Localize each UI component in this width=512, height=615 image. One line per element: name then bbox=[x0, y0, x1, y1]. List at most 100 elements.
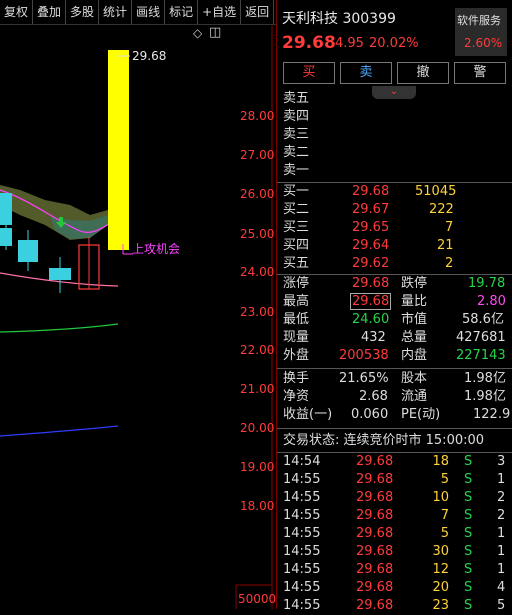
divider bbox=[277, 368, 512, 369]
tick-row: 14:55 29.68 12 S 1 bbox=[277, 561, 512, 579]
tick-vol: 18 bbox=[432, 454, 449, 469]
price-label: 28.00 bbox=[240, 109, 275, 123]
tick-time: 14:55 bbox=[283, 544, 321, 559]
tick-price: 29.68 bbox=[356, 508, 394, 523]
tick-n: 2 bbox=[497, 508, 506, 523]
tick-row: 14:55 29.68 20 S 4 bbox=[277, 579, 512, 597]
buy-level-1[interactable]: 买一 29.68 51045 bbox=[277, 183, 512, 201]
toolbar-add-watchlist[interactable]: +自选 bbox=[198, 0, 242, 24]
tick-row: 14:55 29.68 30 S 1 bbox=[277, 543, 512, 561]
toolbar-multistock[interactable]: 多股 bbox=[66, 0, 100, 24]
candle-4 bbox=[49, 268, 71, 280]
chart-toolbar: 复权 叠加 多股 统计 画线 标记 +自选 返回 bbox=[0, 0, 278, 25]
layout-icon[interactable]: ◫ bbox=[209, 25, 221, 40]
price-label: 25.00 bbox=[240, 227, 275, 241]
sell-level-3: 卖三 bbox=[283, 127, 310, 142]
divider bbox=[277, 428, 512, 429]
tick-price: 29.68 bbox=[356, 454, 394, 469]
stat-row-volume: 现量 432 总量 427681 bbox=[283, 330, 506, 345]
tick-time: 14:55 bbox=[283, 580, 321, 595]
tick-row: 14:55 29.68 5 S 1 bbox=[277, 471, 512, 489]
quote-panel: 天利科技 300399 29.68 4.95 20.02% 软件服务 2.60%… bbox=[277, 0, 512, 613]
price-label: 27.00 bbox=[240, 148, 275, 162]
tick-vol: 23 bbox=[432, 598, 449, 613]
sell-level-1: 卖一 bbox=[283, 163, 310, 178]
cancel-order-button[interactable]: 撤 bbox=[397, 62, 449, 84]
sector-badge[interactable]: 软件服务 2.60% bbox=[455, 8, 507, 56]
toolbar-draw-line[interactable]: 画线 bbox=[132, 0, 166, 24]
tick-n: 1 bbox=[497, 562, 506, 577]
tick-vol: 5 bbox=[440, 526, 449, 541]
volume-label: 50000 bbox=[238, 592, 277, 606]
tick-price: 29.68 bbox=[356, 580, 394, 595]
sell-level-2: 卖二 bbox=[283, 145, 310, 160]
candle-2 bbox=[0, 228, 12, 246]
tick-time: 14:54 bbox=[283, 454, 321, 469]
candle-3 bbox=[18, 240, 38, 262]
tick-n: 2 bbox=[497, 490, 506, 505]
stat-row-outer-inner: 外盘 200538 内盘 227143 bbox=[283, 348, 506, 363]
toolbar-mark[interactable]: 标记 bbox=[165, 0, 199, 24]
buy-level-4[interactable]: 买四 29.64 21 bbox=[277, 237, 512, 255]
tick-vol: 5 bbox=[440, 472, 449, 487]
candlestick-chart[interactable]: 28.00 27.00 26.00 25.00 24.00 23.00 22.0… bbox=[0, 25, 276, 609]
ma-blue-line bbox=[0, 425, 119, 437]
stock-name: 天利科技 300399 bbox=[282, 11, 396, 27]
tick-n: 3 bbox=[497, 454, 506, 469]
stat-row-high: 最高 29.68 量比 2.80 bbox=[283, 293, 506, 310]
tick-row: 14:55 29.68 23 S 5 bbox=[277, 597, 512, 615]
alert-button[interactable]: 警 bbox=[454, 62, 506, 84]
tick-vol: 10 bbox=[432, 490, 449, 505]
buy-level-3[interactable]: 买三 29.65 7 bbox=[277, 219, 512, 237]
tick-side: S bbox=[464, 544, 473, 559]
buy-level-2[interactable]: 买二 29.67 222 bbox=[277, 201, 512, 219]
tick-side: S bbox=[464, 472, 473, 487]
high-price-marker: 29.68 bbox=[132, 49, 167, 63]
price-label: 18.00 bbox=[240, 499, 275, 513]
tick-row: 14:54 29.68 18 S 3 bbox=[277, 453, 512, 471]
candle-1 bbox=[0, 193, 12, 225]
stat-row-net-assets: 净资 2.68 流通 1.98亿 bbox=[283, 389, 506, 404]
toolbar-stats[interactable]: 统计 bbox=[99, 0, 133, 24]
price-change-pct: 20.02% bbox=[369, 36, 419, 51]
tick-side: S bbox=[464, 598, 473, 613]
tick-price: 29.68 bbox=[356, 598, 394, 613]
tick-vol: 30 bbox=[432, 544, 449, 559]
buy-level-5[interactable]: 买五 29.62 2 bbox=[277, 255, 512, 273]
tick-time: 14:55 bbox=[283, 508, 321, 523]
price-label: 20.00 bbox=[240, 421, 275, 435]
tick-price: 29.68 bbox=[356, 544, 394, 559]
ma-green-line bbox=[0, 323, 119, 333]
tick-row: 14:55 29.68 10 S 2 bbox=[277, 489, 512, 507]
sell-level-4: 卖四 bbox=[283, 109, 310, 124]
trade-status: 交易状态: 连续竞价时市 15:00:00 bbox=[283, 433, 485, 448]
stat-row-limit: 涨停 29.68 跌停 19.78 bbox=[283, 276, 506, 291]
candle-6-limit-up bbox=[108, 50, 129, 250]
tick-row: 14:55 29.68 7 S 2 bbox=[277, 507, 512, 525]
toolbar-back[interactable]: 返回 bbox=[241, 0, 275, 24]
stat-row-eps-pe: 收益(一) 0.060 PE(动) 122.9 bbox=[283, 407, 511, 422]
tick-price: 29.68 bbox=[356, 526, 394, 541]
tick-side: S bbox=[464, 454, 473, 469]
tick-vol: 12 bbox=[432, 562, 449, 577]
tick-n: 1 bbox=[497, 526, 506, 541]
diamond-icon[interactable]: ◇ bbox=[193, 26, 202, 40]
tick-time: 14:55 bbox=[283, 598, 321, 613]
buy-button[interactable]: 买 bbox=[283, 62, 335, 84]
tick-n: 4 bbox=[497, 580, 506, 595]
tick-price: 29.68 bbox=[356, 490, 394, 505]
tick-n: 1 bbox=[497, 544, 506, 559]
price-label: 24.00 bbox=[240, 265, 275, 279]
stat-row-low: 最低 24.60 市值 58.6亿 bbox=[283, 312, 504, 327]
tick-price: 29.68 bbox=[356, 562, 394, 577]
sell-level-5: 卖五 bbox=[283, 91, 310, 106]
sector-pct: 2.60% bbox=[464, 36, 503, 50]
toolbar-fuquan[interactable]: 复权 bbox=[0, 0, 34, 24]
tick-n: 1 bbox=[497, 472, 506, 487]
sell-button[interactable]: 卖 bbox=[340, 62, 392, 84]
tick-side: S bbox=[464, 508, 473, 523]
price-label: 21.00 bbox=[240, 382, 275, 396]
tick-side: S bbox=[464, 490, 473, 505]
toolbar-overlay[interactable]: 叠加 bbox=[33, 0, 67, 24]
tick-vol: 7 bbox=[440, 508, 449, 523]
